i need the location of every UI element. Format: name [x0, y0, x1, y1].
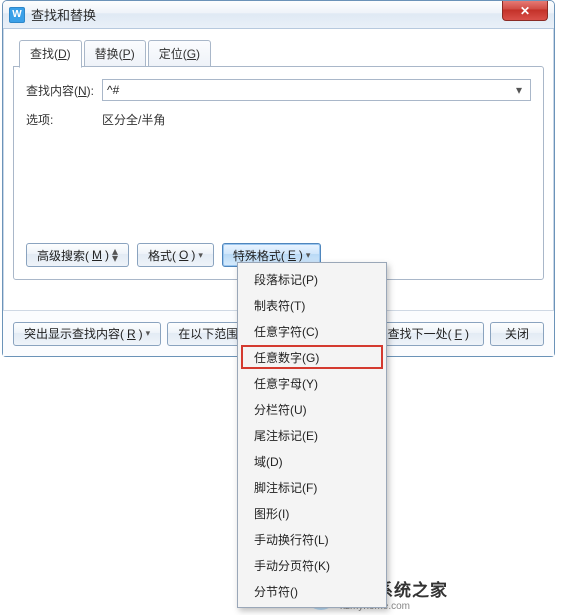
updown-icon: ▴▾	[112, 248, 118, 262]
find-panel: 查找内容(N): ^# ▾ 选项: 区分全/半角 高级搜索(M) ▴▾ 格式(O…	[13, 66, 544, 280]
tab-goto[interactable]: 定位(G)	[148, 40, 211, 68]
format-button[interactable]: 格式(O) ▾	[137, 243, 214, 267]
app-icon: W	[9, 7, 25, 23]
menu-item-any-char[interactable]: 任意字符(C)	[240, 318, 384, 344]
menu-item-section-break[interactable]: 分节符()	[240, 578, 384, 604]
tab-label-post: )	[196, 47, 200, 61]
close-dialog-button[interactable]: 关闭	[490, 322, 544, 346]
search-row: 查找内容(N): ^# ▾	[26, 79, 531, 101]
menu-item-column-break[interactable]: 分栏符(U)	[240, 396, 384, 422]
menu-item-field[interactable]: 域(D)	[240, 448, 384, 474]
menu-item-footnote-mark[interactable]: 脚注标记(F)	[240, 474, 384, 500]
close-label: 关闭	[505, 325, 529, 342]
options-value: 区分全/半角	[102, 111, 165, 128]
chevron-down-icon: ▾	[146, 328, 151, 339]
tab-find[interactable]: 查找(D)	[19, 40, 82, 68]
menu-item-any-digit[interactable]: 任意数字(G)	[240, 344, 384, 370]
options-row: 选项: 区分全/半角	[26, 111, 531, 128]
titlebar[interactable]: W 查找和替换 ✕	[3, 1, 554, 29]
tab-label-post: )	[131, 47, 135, 61]
tab-label: 定位(	[159, 47, 187, 61]
search-label: 查找内容(N):	[26, 82, 102, 99]
close-icon: ✕	[520, 4, 530, 18]
tab-bar: 查找(D) 替换(P) 定位(G)	[13, 39, 544, 67]
tab-label: 查找(	[30, 47, 58, 61]
advanced-search-button[interactable]: 高级搜索(M) ▴▾	[26, 243, 129, 267]
menu-item-manual-page-break[interactable]: 手动分页符(K)	[240, 552, 384, 578]
special-format-menu: 段落标记(P) 制表符(T) 任意字符(C) 任意数字(G) 任意字母(Y) 分…	[237, 262, 387, 608]
window-title: 查找和替换	[31, 5, 96, 24]
menu-item-endnote-mark[interactable]: 尾注标记(E)	[240, 422, 384, 448]
menu-item-graphic[interactable]: 图形(I)	[240, 500, 384, 526]
tab-hotkey: G	[187, 47, 196, 61]
menu-item-any-letter[interactable]: 任意字母(Y)	[240, 370, 384, 396]
menu-item-paragraph-mark[interactable]: 段落标记(P)	[240, 266, 384, 292]
tab-hotkey: P	[123, 47, 131, 61]
tab-label: 替换(	[95, 47, 123, 61]
close-button[interactable]: ✕	[502, 1, 548, 21]
tab-label-post: )	[67, 47, 71, 61]
chevron-down-icon: ▾	[306, 250, 311, 261]
options-label: 选项:	[26, 111, 102, 128]
tab-replace[interactable]: 替换(P)	[84, 40, 146, 68]
chevron-down-icon: ▾	[198, 250, 203, 261]
find-next-button[interactable]: 查找下一处(F)	[373, 322, 484, 346]
highlight-results-button[interactable]: 突出显示查找内容(R) ▾	[13, 322, 161, 346]
client-area: 查找(D) 替换(P) 定位(G) 查找内容(N): ^# ▾ 选项:	[3, 29, 554, 290]
menu-item-tab-char[interactable]: 制表符(T)	[240, 292, 384, 318]
search-value: ^#	[107, 83, 512, 97]
tab-hotkey: D	[58, 47, 67, 61]
search-input[interactable]: ^# ▾	[102, 79, 531, 101]
chevron-down-icon[interactable]: ▾	[512, 83, 526, 97]
menu-item-manual-line-break[interactable]: 手动换行符(L)	[240, 526, 384, 552]
